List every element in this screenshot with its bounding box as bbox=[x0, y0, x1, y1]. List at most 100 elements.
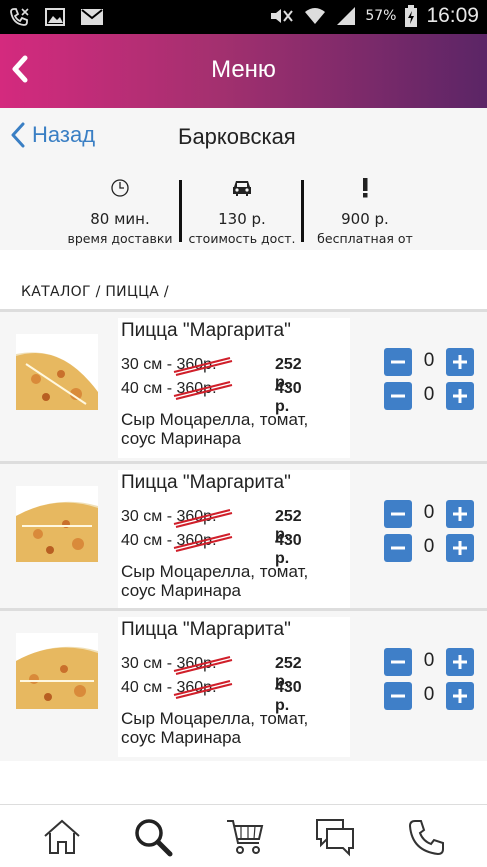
delivery-time-label: время доставки bbox=[67, 231, 173, 246]
size-row: 40 см - 360р. 430 р. bbox=[121, 532, 302, 567]
strikethrough-mark bbox=[174, 381, 233, 400]
pizza-image[interactable] bbox=[16, 633, 98, 709]
exclamation-icon bbox=[363, 178, 368, 198]
minus-button[interactable] bbox=[384, 500, 412, 528]
plus-button[interactable] bbox=[446, 348, 474, 376]
plus-icon bbox=[453, 689, 467, 703]
item-description: Сыр Моцарелла, томат, соус Маринара bbox=[121, 709, 309, 747]
quantity-value: 0 bbox=[423, 502, 435, 523]
old-price: 360р. bbox=[174, 356, 233, 376]
item-name: Пицца "Маргарита" bbox=[121, 472, 291, 493]
delivery-time-value: 80 мин. bbox=[90, 210, 150, 228]
minus-button[interactable] bbox=[384, 534, 412, 562]
plus-icon bbox=[453, 389, 467, 403]
size-row: 40 см - 360р. 430 р. bbox=[121, 380, 302, 415]
chat-icon[interactable] bbox=[315, 817, 355, 857]
minus-icon bbox=[391, 694, 405, 698]
delivery-time-info: 80 мин. время доставки bbox=[60, 178, 180, 246]
status-bar: 57% 16:09 bbox=[0, 0, 487, 34]
old-price: 360р. bbox=[174, 532, 233, 552]
minus-button[interactable] bbox=[384, 348, 412, 376]
plus-icon bbox=[453, 355, 467, 369]
strikethrough-mark bbox=[174, 656, 233, 675]
quantity-value: 0 bbox=[423, 350, 435, 371]
minus-icon bbox=[391, 546, 405, 550]
size-row: 30 см - 360р. 252 р. bbox=[121, 655, 302, 690]
item-description: Сыр Моцарелла, томат, соус Маринара bbox=[121, 410, 309, 448]
strikethrough-mark bbox=[174, 680, 233, 699]
search-icon[interactable] bbox=[133, 817, 173, 857]
menu-item: Пицца "Маргарита" 30 см - 360р. 252 р. 4… bbox=[0, 309, 487, 462]
old-price: 360р. bbox=[174, 679, 233, 699]
free-delivery-value: 900 р. bbox=[341, 210, 389, 228]
item-description: Сыр Моцарелла, томат, соус Маринара bbox=[121, 562, 309, 600]
car-icon bbox=[233, 181, 251, 196]
delivery-cost-label: стоимость дост. bbox=[188, 231, 296, 246]
quantity-stepper: 0 bbox=[384, 500, 476, 528]
size-row: 40 см - 360р. 430 р. bbox=[121, 679, 302, 714]
chevron-left-icon bbox=[11, 122, 25, 148]
home-icon[interactable] bbox=[42, 817, 82, 857]
back-link[interactable]: Назад bbox=[10, 122, 95, 148]
strikethrough-mark bbox=[174, 357, 233, 376]
minus-button[interactable] bbox=[384, 382, 412, 410]
phone-icon[interactable] bbox=[407, 817, 447, 857]
quantity-value: 0 bbox=[423, 384, 435, 405]
page-title: Меню bbox=[211, 56, 276, 83]
quantity-value: 0 bbox=[423, 684, 435, 705]
battery-icon bbox=[405, 5, 418, 27]
plus-icon bbox=[453, 655, 467, 669]
quantity-value: 0 bbox=[423, 650, 435, 671]
clock-time: 16:09 bbox=[426, 4, 479, 27]
menu-item: Пицца "Маргарита" 30 см - 360р. 252 р. 4… bbox=[0, 461, 487, 614]
plus-button[interactable] bbox=[446, 682, 474, 710]
size-row: 30 см - 360р. 252 р. bbox=[121, 508, 302, 543]
minus-icon bbox=[391, 360, 405, 364]
battery-percent: 57% bbox=[365, 8, 397, 24]
quantity-stepper: 0 bbox=[384, 382, 476, 410]
size-row: 30 см - 360р. 252 р. bbox=[121, 356, 302, 391]
strikethrough-mark bbox=[174, 509, 233, 528]
quantity-value: 0 bbox=[423, 536, 435, 557]
plus-button[interactable] bbox=[446, 382, 474, 410]
app-bar: Меню bbox=[0, 34, 487, 108]
menu-item: Пицца "Маргарита" 30 см - 360р. 252 р. 4… bbox=[0, 608, 487, 761]
sub-navigation: Назад Барковская bbox=[0, 108, 487, 169]
size-label: 30 см - bbox=[121, 655, 177, 672]
missed-call-icon bbox=[10, 8, 29, 26]
breadcrumb[interactable]: КАТАЛОГ / ПИЦЦА / bbox=[21, 284, 169, 300]
plus-button[interactable] bbox=[446, 534, 474, 562]
size-label: 40 см - bbox=[121, 532, 177, 549]
old-price: 360р. bbox=[174, 508, 233, 528]
minus-button[interactable] bbox=[384, 682, 412, 710]
wifi-icon bbox=[305, 8, 326, 24]
mail-icon bbox=[81, 9, 103, 25]
cart-icon[interactable] bbox=[225, 817, 265, 857]
size-label: 40 см - bbox=[121, 380, 177, 397]
old-price: 360р. bbox=[174, 380, 233, 400]
quantity-stepper: 0 bbox=[384, 348, 476, 376]
restaurant-name: Барковская bbox=[178, 124, 296, 149]
old-price: 360р. bbox=[174, 655, 233, 675]
delivery-cost-info: 130 р. стоимость дост. bbox=[182, 178, 302, 246]
strikethrough-mark bbox=[174, 533, 233, 552]
bottom-tab-bar bbox=[0, 804, 487, 867]
minus-icon bbox=[391, 512, 405, 516]
delivery-info: 80 мин. время доставки 130 р. стоимость … bbox=[0, 168, 487, 250]
minus-button[interactable] bbox=[384, 648, 412, 676]
quantity-stepper: 0 bbox=[384, 648, 476, 676]
mute-icon bbox=[271, 9, 294, 23]
plus-button[interactable] bbox=[446, 648, 474, 676]
plus-button[interactable] bbox=[446, 500, 474, 528]
pizza-image[interactable] bbox=[16, 486, 98, 562]
free-delivery-label: бесплатная от bbox=[317, 231, 413, 246]
item-name: Пицца "Маргарита" bbox=[121, 320, 291, 341]
pizza-image[interactable] bbox=[16, 334, 98, 410]
signal-icon bbox=[337, 7, 356, 25]
minus-icon bbox=[391, 660, 405, 664]
minus-icon bbox=[391, 394, 405, 398]
size-label: 40 см - bbox=[121, 679, 177, 696]
delivery-cost-value: 130 р. bbox=[218, 210, 266, 228]
gallery-icon bbox=[45, 8, 65, 26]
plus-icon bbox=[453, 541, 467, 555]
